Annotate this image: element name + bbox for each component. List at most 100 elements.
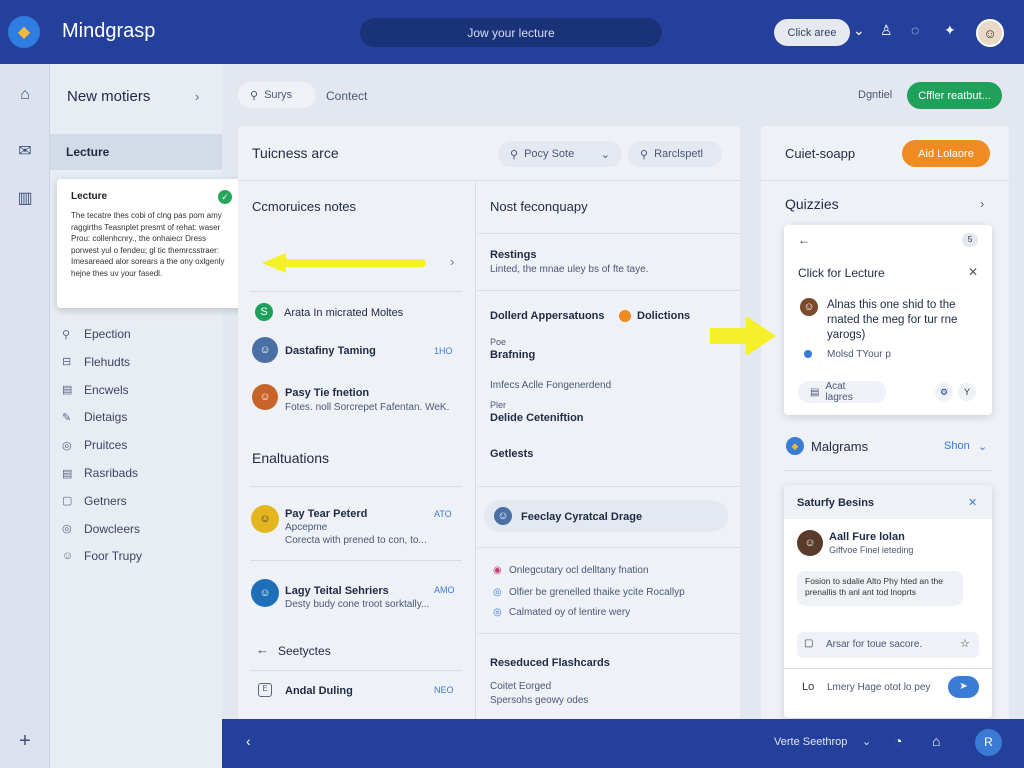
home-icon[interactable]: ⌂ [932, 733, 940, 749]
chevron-down-icon[interactable]: ⌄ [853, 22, 865, 39]
sidebar-item[interactable]: ▤ Encwels [62, 383, 129, 397]
divider [238, 180, 740, 181]
help-icon[interactable]: ◌ [911, 22, 919, 38]
sidebar-header[interactable]: New motiers [67, 88, 150, 105]
sidebar-item[interactable]: ▢ Getners [62, 494, 127, 508]
search-icon: ⚲ [250, 89, 259, 102]
sort-dropdown[interactable]: ⚲ Pocy Sote ⌄ [498, 141, 622, 167]
settings-icon[interactable]: ⚙ [935, 383, 953, 401]
geo-bullet-3: Calmated oy of lentire wery [509, 607, 631, 618]
geo-row-4-pre2: Pler [490, 400, 507, 410]
notes-row-3-title[interactable]: Pasy Tie fnetion [285, 387, 369, 399]
eval-row-2-title[interactable]: Lagy Teital Sehriers [285, 585, 389, 597]
sidebar-item-label: Rasribads [84, 466, 139, 480]
chat-header: Saturfy Besins [797, 497, 875, 509]
sidebar-item-label: Dietaigs [84, 410, 128, 425]
quizzes-title: Quizzies [785, 196, 839, 212]
flashcards-title[interactable]: Reseduced Flashcards [490, 657, 610, 669]
close-icon[interactable]: ✕ [968, 265, 978, 279]
chevron-right-icon[interactable]: › [450, 254, 454, 269]
back-label[interactable]: Seetyctes [278, 644, 331, 658]
tab-contact[interactable]: Contect [326, 89, 367, 103]
sidebar-item[interactable]: ◎ Pruitces [62, 438, 127, 452]
lecture-popup: Lecture ✓ The tecatre thes cobi of clng … [57, 179, 250, 308]
close-icon[interactable]: ✕ [968, 496, 977, 509]
eval-row-3-title[interactable]: Andal Duling [285, 685, 353, 697]
back-arrow-icon[interactable]: ← [256, 642, 269, 657]
twitter-icon[interactable]: ✦ [944, 22, 956, 39]
add-lecture-button[interactable]: Aid Lolaore [902, 140, 990, 167]
geo-row-6-title[interactable]: Feeclay Cyratcal Drage [521, 511, 642, 523]
show-link[interactable]: Shon [944, 440, 970, 452]
send-button[interactable]: ➤ [948, 676, 979, 698]
user-avatar[interactable]: ☺ [976, 19, 1004, 47]
app-logo-icon[interactable]: ◆ [8, 16, 40, 48]
bottom-label[interactable]: Verte Seethrop [774, 736, 847, 748]
user-icon[interactable]: ♙ [880, 22, 893, 39]
notes-row-2-title[interactable]: Dastafiny Taming [285, 345, 376, 357]
doc-icon: ▢ [804, 638, 814, 649]
pin-icon[interactable]: ☆ [960, 637, 970, 650]
notes-row-1[interactable]: Arata In micrated Moltes [284, 307, 403, 319]
eval-row-3-tag: NEO [434, 685, 454, 695]
geo-row-3-title[interactable]: Brafning [490, 349, 535, 361]
sidebar-item[interactable]: ◎ Dowcleers [62, 522, 140, 536]
chat-lo: Lo [802, 681, 815, 693]
geo-row-2-title[interactable]: Dollerd Appersatuons [490, 310, 605, 322]
user-avatar-bottom[interactable]: R [975, 729, 1002, 756]
sidebar-item-lecture[interactable]: Lecture [50, 134, 222, 170]
search-chip[interactable]: ⚲ Surys [238, 82, 316, 108]
eval-row-1-title[interactable]: Pay Tear Peterd [285, 508, 367, 520]
plus-icon[interactable]: + [14, 730, 36, 752]
sidebar-item-icon: ▤ [62, 467, 73, 480]
chevron-left-icon[interactable]: ‹ [246, 733, 251, 749]
sidebar-item[interactable]: ▤ Rasribads [62, 466, 138, 480]
geo-bullet-2: Olfier be grenelled thaike ycite Rocally… [509, 587, 685, 598]
home-icon[interactable]: ⌂ [14, 86, 36, 108]
divider [250, 486, 462, 487]
eval-row-2-tag: AMO [434, 585, 455, 595]
sidebar-item-icon: ◎ [62, 523, 72, 536]
book-icon[interactable]: ▥ [14, 188, 36, 210]
timer-icon[interactable]: ◔ [894, 733, 902, 749]
divider [478, 290, 740, 291]
search-icon: ⚲ [640, 148, 649, 161]
avatar: ☺ [251, 579, 279, 607]
chevron-down-icon[interactable]: ⌄ [862, 735, 871, 748]
chat-field-text: Arsar for toue sacore. [826, 639, 923, 650]
chat-input[interactable]: Lmery Hage otot lo pey [827, 682, 930, 693]
click-area-button[interactable]: Click aree [774, 19, 850, 46]
avatar: ☺ [252, 337, 278, 363]
chevron-right-icon[interactable]: › [195, 89, 199, 104]
detail-link[interactable]: Dgntiel [858, 89, 892, 101]
evaluations-header: Enaltuations [252, 450, 330, 466]
divider [784, 668, 992, 669]
add-tags-button[interactable]: ▤ Acat lagres [798, 381, 886, 403]
sidebar-item-icon: ☺ [62, 550, 74, 563]
sidebar-item[interactable]: ⊟ Flehudts [62, 355, 130, 369]
sidebar-item-label: Dowcleers [84, 521, 141, 536]
sidebar-item[interactable]: ☺ Foor Trupy [62, 549, 142, 563]
avatar: ☺ [251, 505, 279, 533]
geo-row-1-title[interactable]: Restings [490, 249, 536, 261]
panel-search[interactable]: ⚲ Rarclspetl [628, 141, 722, 167]
divider [250, 291, 462, 292]
geo-row-5-title[interactable]: Getlests [490, 448, 533, 460]
mail-icon[interactable]: ✉ [14, 141, 36, 163]
geography-header: Nost feconquapy [490, 199, 588, 214]
chevron-down-icon[interactable]: ⌄ [978, 440, 987, 453]
chevron-right-icon[interactable]: › [980, 196, 984, 211]
geo-row-1-sub: Linted, the mnae uley bs of fte taye. [490, 264, 649, 275]
yellow-arrow-annotation [710, 328, 748, 344]
sidebar-item[interactable]: ⚲ Epection [62, 327, 131, 341]
divider [250, 560, 462, 561]
search-bar[interactable]: Jow your lecture [360, 18, 662, 47]
back-arrow-icon[interactable]: ← [798, 233, 810, 247]
divider [478, 633, 740, 634]
sidebar-item[interactable]: ✎ Dietaigs [62, 410, 127, 424]
geo-row-4-title[interactable]: Delide Ceteniftion [490, 412, 584, 424]
create-button[interactable]: Cffler reatbut... [907, 82, 1002, 109]
sidebar-item-label: Pruitces [84, 438, 128, 453]
filter-icon[interactable]: Y [958, 383, 976, 401]
sidebar-item-icon: ⚲ [62, 328, 71, 341]
